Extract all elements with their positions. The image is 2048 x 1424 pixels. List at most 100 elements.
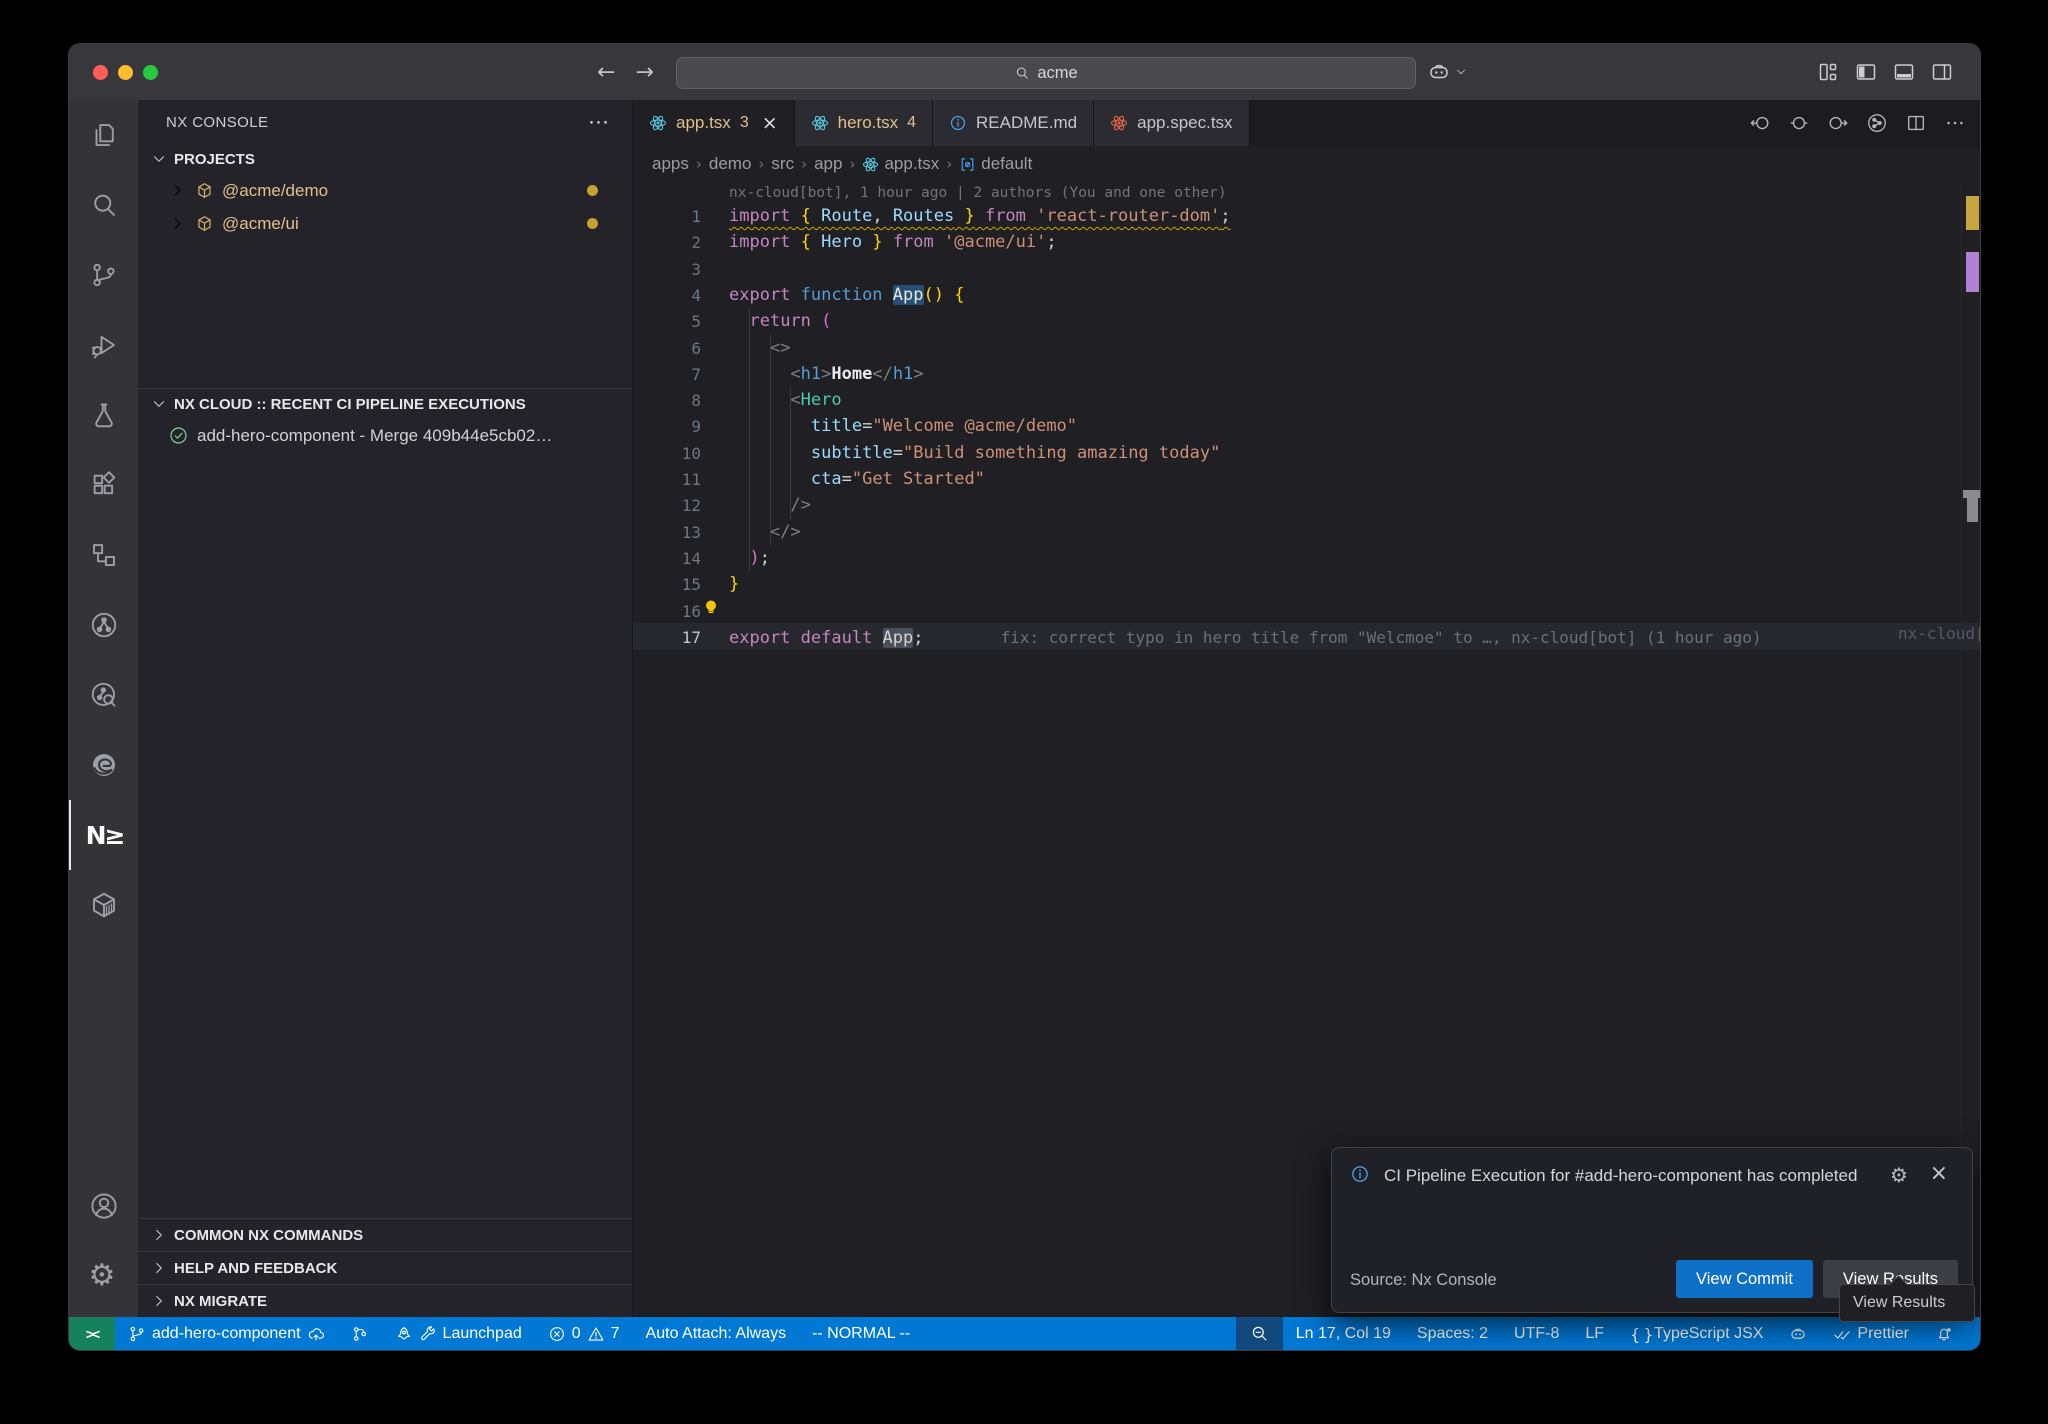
chevron-down-icon: [150, 150, 168, 168]
more-actions-icon[interactable]: ⋯: [588, 117, 610, 127]
editor-group: app.tsx3×hero.tsx4README.mdapp.spec.tsx …: [633, 100, 1980, 1317]
copilot-menu[interactable]: [1427, 58, 1468, 86]
breadcrumb-item-app[interactable]: app: [814, 154, 842, 174]
vim-mode[interactable]: -- NORMAL --: [799, 1317, 923, 1350]
minimize-window-button[interactable]: [118, 65, 133, 80]
breadcrumb-item-src[interactable]: src: [771, 154, 794, 174]
activity-item-run-debug[interactable]: [69, 310, 138, 380]
nx-cloud-section-header[interactable]: NX CLOUD :: RECENT CI PIPELINE EXECUTION…: [138, 388, 632, 419]
tab-hero-tsx[interactable]: hero.tsx4: [795, 100, 933, 146]
problem-badge: 4: [907, 114, 916, 132]
nav-forward-circle-icon[interactable]: [1827, 112, 1849, 134]
split-editor-icon[interactable]: [1905, 112, 1927, 134]
zoom-out-icon: [1250, 1324, 1269, 1343]
cloud-upload-icon: [307, 1325, 325, 1343]
rocket-icon: [395, 1325, 413, 1343]
copilot[interactable]: [1776, 1317, 1820, 1350]
sidebar-header: NX CONSOLE ⋯: [138, 100, 632, 144]
notification-settings-gear-icon[interactable]: ⚙: [1888, 1164, 1910, 1186]
encoding[interactable]: UTF-8: [1501, 1317, 1572, 1350]
breadcrumb-item-apps[interactable]: apps: [652, 154, 689, 174]
back-arrow-icon[interactable]: ←: [597, 60, 615, 85]
activity-item-package-explorer[interactable]: [69, 870, 138, 940]
collapsed-section-help-and-feedback[interactable]: HELP AND FEEDBACK: [138, 1251, 632, 1284]
breadcrumb-item-default[interactable]: default: [959, 154, 1032, 174]
ruler-modified-mark: [1966, 252, 1979, 292]
lightbulb-icon[interactable]: [701, 598, 721, 618]
problems[interactable]: 07: [535, 1317, 633, 1350]
eol[interactable]: LF: [1572, 1317, 1617, 1350]
more-actions-icon[interactable]: [1944, 112, 1966, 134]
line-number: 1: [633, 203, 701, 230]
activity-item-extensions[interactable]: [69, 450, 138, 520]
activity-item-type-hierarchy[interactable]: [69, 520, 138, 590]
cursor-position[interactable]: Ln 17, Col 19: [1283, 1317, 1404, 1350]
line-number: 15: [633, 571, 701, 598]
code-line-10: 10 subtitle="Build something amazing tod…: [633, 440, 1980, 467]
close-window-button[interactable]: [93, 65, 108, 80]
forward-arrow-icon[interactable]: →: [635, 60, 653, 85]
activity-item-settings[interactable]: ⚙: [69, 1241, 138, 1311]
zoom-indicator[interactable]: [1236, 1317, 1283, 1350]
extensions-icon: [89, 470, 119, 500]
chevron-right-icon: [150, 1226, 168, 1244]
toggle-panel-icon[interactable]: [1892, 60, 1916, 84]
close-tab-icon[interactable]: ×: [762, 112, 778, 134]
activity-item-accounts[interactable]: [69, 1171, 138, 1241]
react-icon: [649, 114, 667, 132]
code-line-17: 17export default App; fix: correct typo …: [633, 624, 1980, 651]
view-commit-button[interactable]: View Commit: [1676, 1260, 1813, 1298]
ruler-cursor-mark: [1963, 490, 1980, 498]
pipeline-execution-item[interactable]: add-hero-component - Merge 409b44e5cb02…: [138, 419, 632, 452]
customize-layout-icon[interactable]: [1816, 60, 1840, 84]
activity-item-explorer[interactable]: [69, 100, 138, 170]
nav-circle-icon[interactable]: [1788, 112, 1810, 134]
activity-item-nx-project-details[interactable]: [69, 660, 138, 730]
tab-README-md[interactable]: README.md: [933, 100, 1094, 146]
view-results-tooltip: View Results: [1839, 1284, 1975, 1322]
ruler-warning-mark: [1966, 196, 1979, 230]
activity-item-testing[interactable]: [69, 380, 138, 450]
projects-section-header[interactable]: PROJECTS: [138, 144, 632, 174]
command-center-search[interactable]: acme: [676, 57, 1416, 89]
activity-item-search[interactable]: [69, 170, 138, 240]
search-text: acme: [1037, 64, 1077, 83]
tab-app-tsx[interactable]: app.tsx3×: [633, 100, 795, 146]
git-graph[interactable]: [338, 1317, 382, 1350]
notification-close-icon[interactable]: ×: [1930, 1161, 1948, 1186]
maximize-window-button[interactable]: [143, 65, 158, 80]
line-number: 4: [633, 282, 701, 309]
git-branch[interactable]: add-hero-component: [115, 1317, 338, 1350]
error-circle-icon: [548, 1325, 566, 1343]
status-bar: ><add-hero-component Launchpad07Auto Atta…: [69, 1317, 1980, 1350]
code-line-7: 7 <h1>Home</h1>: [633, 361, 1980, 388]
collapsed-section-nx-migrate[interactable]: NX MIGRATE: [138, 1284, 632, 1317]
desktop: { "colors": { "status_bar": "#0078d4", "…: [0, 0, 2048, 1424]
activity-item-nx-console[interactable]: N≥: [69, 800, 138, 870]
remote-indicator[interactable]: ><: [69, 1317, 115, 1350]
indentation[interactable]: Spaces: 2: [1404, 1317, 1501, 1350]
breadcrumb: apps›demo›src›app›app.tsx›default: [633, 146, 1980, 182]
project-tree-item[interactable]: @acme/ui: [138, 207, 632, 240]
branch-icon: [128, 1325, 146, 1343]
project-tree-item[interactable]: @acme/demo: [138, 174, 632, 207]
activity-item-nx-cloud-graph[interactable]: [69, 590, 138, 660]
code-line-15: 15}: [633, 571, 1980, 598]
nav-back-circle-icon[interactable]: [1749, 112, 1771, 134]
breadcrumb-item-demo[interactable]: demo: [709, 154, 752, 174]
breadcrumb-separator: ›: [758, 155, 764, 173]
activity-item-edge-browser[interactable]: [69, 730, 138, 800]
breadcrumb-separator: ›: [801, 155, 807, 173]
toggle-sidebar-left-icon[interactable]: [1854, 60, 1878, 84]
nx-run-graph-icon[interactable]: [1866, 112, 1888, 134]
collapsed-section-common-nx-commands[interactable]: COMMON NX COMMANDS: [138, 1218, 632, 1251]
activity-item-source-control[interactable]: [69, 240, 138, 310]
language-mode[interactable]: { }TypeScript JSX: [1617, 1317, 1776, 1350]
breadcrumb-item-app-tsx[interactable]: app.tsx: [862, 154, 939, 174]
toggle-sidebar-right-icon[interactable]: [1930, 60, 1954, 84]
tab-app-spec-tsx[interactable]: app.spec.tsx: [1094, 100, 1249, 146]
auto-attach[interactable]: Auto Attach: Always: [633, 1317, 800, 1350]
launchpad[interactable]: Launchpad: [382, 1317, 535, 1350]
line-number: 3: [633, 256, 701, 283]
code-line-6: 6 <>: [633, 335, 1980, 362]
